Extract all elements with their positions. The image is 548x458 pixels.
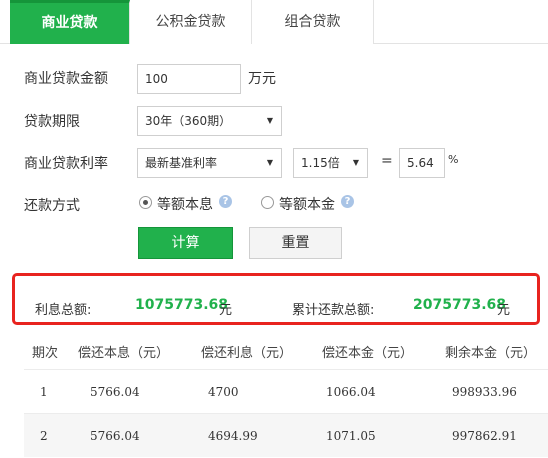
cell-principal: 1071.05 xyxy=(326,429,376,443)
help-icon[interactable]: ? xyxy=(219,195,232,208)
equals-sign: = xyxy=(381,153,393,169)
radio-equal-principal[interactable] xyxy=(261,196,274,209)
term-label: 贷款期限 xyxy=(24,114,80,130)
help-icon[interactable]: ? xyxy=(341,195,354,208)
repayment-total-label: 累计还款总额: xyxy=(292,303,375,318)
term-select-value: 30年（360期） xyxy=(145,114,232,128)
equal-principal-label[interactable]: 等额本金 xyxy=(279,194,335,214)
cell-payment: 5766.04 xyxy=(90,429,140,443)
interest-total-label: 利息总额: xyxy=(35,303,92,318)
cell-interest: 4694.99 xyxy=(208,429,258,443)
amount-input[interactable]: 100 xyxy=(137,64,241,94)
amount-label: 商业贷款金额 xyxy=(24,71,108,87)
cell-period: 1 xyxy=(40,385,48,399)
tab-provident-fund-loan[interactable]: 公积金贷款 xyxy=(130,0,252,44)
cell-payment: 5766.04 xyxy=(90,385,140,399)
tab-combined-loan[interactable]: 组合贷款 xyxy=(252,0,374,44)
header-payment: 偿还本息（元） xyxy=(78,346,170,361)
amount-unit: 万元 xyxy=(248,71,276,87)
loan-type-tabs: 商业贷款 公积金贷款 组合贷款 xyxy=(0,0,548,44)
header-principal: 偿还本金（元） xyxy=(322,346,414,361)
chevron-down-icon: ▼ xyxy=(266,158,273,167)
rate-multiplier-value: 1.15倍 xyxy=(301,156,340,170)
reset-button[interactable]: 重置 xyxy=(249,227,342,259)
table-row: 1 5766.04 4700 1066.04 998933.96 xyxy=(24,369,548,413)
header-remaining: 剩余本金（元） xyxy=(445,346,537,361)
rate-type-value: 最新基准利率 xyxy=(145,156,218,170)
cell-principal: 1066.04 xyxy=(326,385,376,399)
repayment-total-unit: 元 xyxy=(497,303,511,318)
chevron-down-icon: ▼ xyxy=(352,158,359,167)
schedule-table-header: 期次 偿还本息（元） 偿还利息（元） 偿还本金（元） 剩余本金（元） xyxy=(24,338,548,366)
cell-period: 2 xyxy=(40,429,48,443)
rate-label: 商业贷款利率 xyxy=(24,156,108,172)
header-interest: 偿还利息（元） xyxy=(201,346,293,361)
tab-commercial-loan[interactable]: 商业贷款 xyxy=(10,0,130,44)
chevron-down-icon: ▼ xyxy=(266,116,273,125)
term-select[interactable]: 30年（360期） ▼ xyxy=(137,106,282,136)
calculate-button[interactable]: 计算 xyxy=(138,227,233,259)
method-label: 还款方式 xyxy=(24,198,80,214)
table-row: 2 5766.04 4694.99 1071.05 997862.91 xyxy=(24,413,548,457)
rate-type-select[interactable]: 最新基准利率 ▼ xyxy=(137,148,282,178)
rate-multiplier-select[interactable]: 1.15倍 ▼ xyxy=(293,148,368,178)
header-period: 期次 xyxy=(32,346,59,361)
cell-remaining: 997862.91 xyxy=(452,429,517,443)
repayment-total-value: 2075773.68 xyxy=(413,297,506,313)
radio-equal-installment[interactable] xyxy=(139,196,152,209)
cell-remaining: 998933.96 xyxy=(452,385,517,399)
percent-sign: % xyxy=(448,153,459,166)
rate-input[interactable]: 5.64 xyxy=(399,148,445,178)
result-summary-box: 利息总额: 1075773.68 元 累计还款总额: 2075773.68 元 xyxy=(12,273,540,325)
interest-total-unit: 元 xyxy=(219,303,233,318)
interest-total-value: 1075773.68 xyxy=(135,297,228,313)
cell-interest: 4700 xyxy=(208,385,239,399)
equal-installment-label[interactable]: 等额本息 xyxy=(157,194,213,214)
